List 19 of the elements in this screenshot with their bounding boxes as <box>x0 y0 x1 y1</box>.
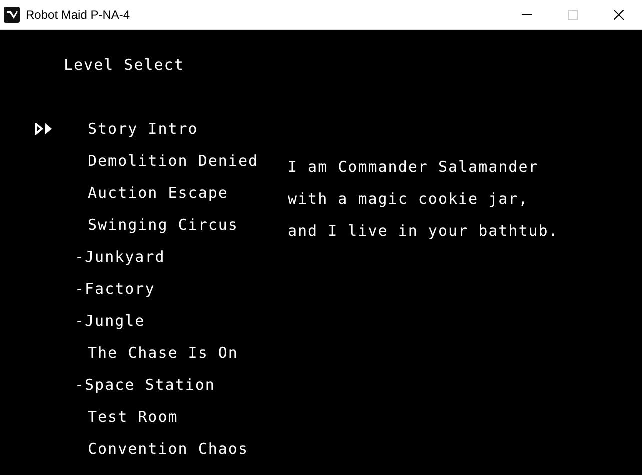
close-icon <box>614 10 624 20</box>
level-item[interactable]: Story Intro <box>88 118 198 140</box>
level-item[interactable]: -Space Station <box>75 374 216 396</box>
screen-heading: Level Select <box>64 55 186 76</box>
level-item[interactable]: Demolition Denied <box>88 150 259 172</box>
level-item[interactable]: Swinging Circus <box>88 214 238 236</box>
level-item[interactable]: Test Room <box>88 406 178 428</box>
level-item[interactable]: -Factory <box>75 278 156 300</box>
level-item[interactable]: Auction Escape <box>88 182 228 204</box>
level-item[interactable]: Convention Chaos <box>88 438 248 460</box>
app-icon <box>4 6 20 22</box>
dialogue-line: I am Commander Salamander <box>288 157 540 178</box>
level-item[interactable]: -Jungle <box>75 310 146 332</box>
level-item[interactable]: The Chase Is On <box>88 342 238 364</box>
dialogue-line: and I live in your bathtub. <box>288 221 559 242</box>
maximize-icon <box>568 10 578 20</box>
window-title: Robot Maid P-NA-4 <box>26 8 130 22</box>
dialogue-line: with a magic cookie jar, <box>288 189 530 210</box>
level-item[interactable]: -Junkyard <box>75 246 166 268</box>
